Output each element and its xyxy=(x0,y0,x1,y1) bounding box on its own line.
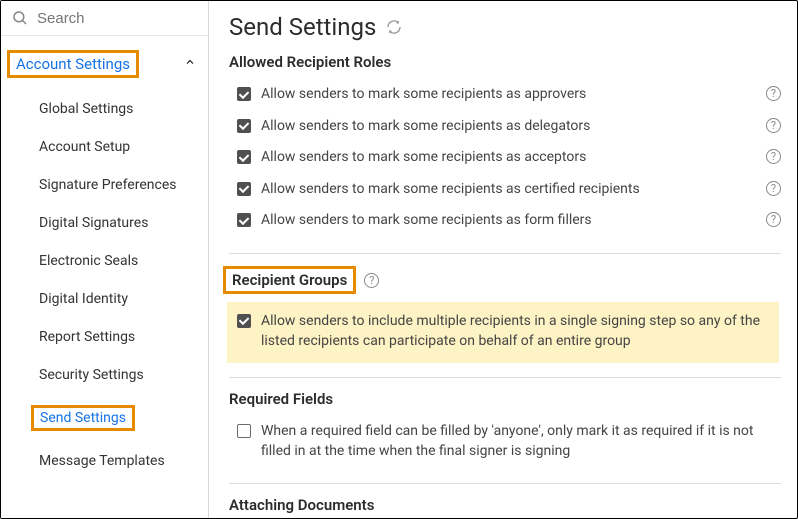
checkbox[interactable] xyxy=(237,119,251,133)
option-label: Allow senders to include multiple recipi… xyxy=(261,312,767,351)
option-label: Allow senders to mark some recipients as… xyxy=(261,117,756,137)
option-label: Allow senders to mark some recipients as… xyxy=(261,180,756,200)
allowed-roles-options: Allow senders to mark some recipients as… xyxy=(229,81,781,239)
sidebar-item-label: Message Templates xyxy=(39,453,165,469)
checkbox[interactable] xyxy=(237,314,251,328)
option-label: Allow senders to mark some recipients as… xyxy=(261,148,756,168)
option-row: When a required field can be filled by '… xyxy=(229,418,781,469)
main-content: Send Settings Allowed Recipient Roles Al… xyxy=(209,1,797,518)
help-icon[interactable] xyxy=(766,86,781,101)
sidebar: Account Settings Global Settings Account… xyxy=(1,1,209,518)
sidebar-item-label: Digital Signatures xyxy=(39,215,148,231)
sidebar-item-signature-preferences[interactable]: Signature Preferences xyxy=(1,166,208,204)
sidebar-item-security-settings[interactable]: Security Settings xyxy=(1,356,208,394)
divider xyxy=(229,253,781,254)
option-label: Allow senders to mark some recipients as… xyxy=(261,211,756,231)
sidebar-item-digital-identity[interactable]: Digital Identity xyxy=(1,280,208,318)
option-row: Allow senders to include multiple recipi… xyxy=(237,312,767,351)
checkbox[interactable] xyxy=(237,424,251,438)
page-title: Send Settings xyxy=(229,13,376,41)
help-icon[interactable] xyxy=(364,273,379,288)
highlighted-option-block: Allow senders to include multiple recipi… xyxy=(227,302,779,363)
chevron-up-icon xyxy=(184,56,196,72)
search-input[interactable] xyxy=(37,10,198,27)
sidebar-item-label: Digital Identity xyxy=(39,291,128,307)
help-icon[interactable] xyxy=(766,181,781,196)
sidebar-item-label: Report Settings xyxy=(39,329,135,345)
required-fields-options: When a required field can be filled by '… xyxy=(229,418,781,469)
sidebar-nav-list: Global Settings Account Setup Signature … xyxy=(1,90,208,480)
section-title-attaching-documents: Attaching Documents xyxy=(229,496,781,514)
sidebar-item-label: Send Settings xyxy=(31,405,135,431)
sidebar-section-account-settings[interactable]: Account Settings xyxy=(1,36,208,90)
page-title-row: Send Settings xyxy=(229,13,781,41)
search-row xyxy=(1,1,208,36)
sidebar-item-global-settings[interactable]: Global Settings xyxy=(1,90,208,128)
help-icon[interactable] xyxy=(766,149,781,164)
divider xyxy=(229,483,781,484)
checkbox[interactable] xyxy=(237,87,251,101)
sidebar-item-report-settings[interactable]: Report Settings xyxy=(1,318,208,356)
sidebar-item-label: Global Settings xyxy=(39,101,133,117)
sidebar-item-label: Electronic Seals xyxy=(39,253,138,269)
section-title-allowed-roles: Allowed Recipient Roles xyxy=(229,53,781,71)
search-icon xyxy=(11,9,29,27)
option-row: Allow senders to mark some recipients as… xyxy=(229,113,781,145)
sidebar-item-label: Security Settings xyxy=(39,367,144,383)
sidebar-item-label: Signature Preferences xyxy=(39,177,176,193)
sidebar-item-send-settings[interactable]: Send Settings xyxy=(1,394,208,442)
checkbox[interactable] xyxy=(237,182,251,196)
option-row: Allow senders to mark some recipients as… xyxy=(229,144,781,176)
sidebar-item-message-templates[interactable]: Message Templates xyxy=(1,442,208,480)
option-label: When a required field can be filled by '… xyxy=(261,422,781,461)
help-icon[interactable] xyxy=(766,118,781,133)
section-header-recipient-groups: Recipient Groups xyxy=(229,266,781,294)
recipient-groups-options: Allow senders to include multiple recipi… xyxy=(237,312,767,351)
option-row: Allow senders to mark some recipients as… xyxy=(229,176,781,208)
divider xyxy=(229,377,781,378)
sidebar-item-electronic-seals[interactable]: Electronic Seals xyxy=(1,242,208,280)
help-icon[interactable] xyxy=(766,212,781,227)
section-title-required-fields: Required Fields xyxy=(229,390,781,408)
option-row: Allow senders to mark some recipients as… xyxy=(229,81,781,113)
sidebar-section-label: Account Settings xyxy=(7,50,139,78)
sidebar-item-account-setup[interactable]: Account Setup xyxy=(1,128,208,166)
sidebar-item-label: Account Setup xyxy=(39,139,130,155)
option-label: Allow senders to mark some recipients as… xyxy=(261,85,756,105)
option-row: Allow senders to mark some recipients as… xyxy=(229,207,781,239)
section-title-recipient-groups: Recipient Groups xyxy=(223,266,356,294)
refresh-icon[interactable] xyxy=(386,19,402,39)
checkbox[interactable] xyxy=(237,150,251,164)
sidebar-item-digital-signatures[interactable]: Digital Signatures xyxy=(1,204,208,242)
checkbox[interactable] xyxy=(237,213,251,227)
